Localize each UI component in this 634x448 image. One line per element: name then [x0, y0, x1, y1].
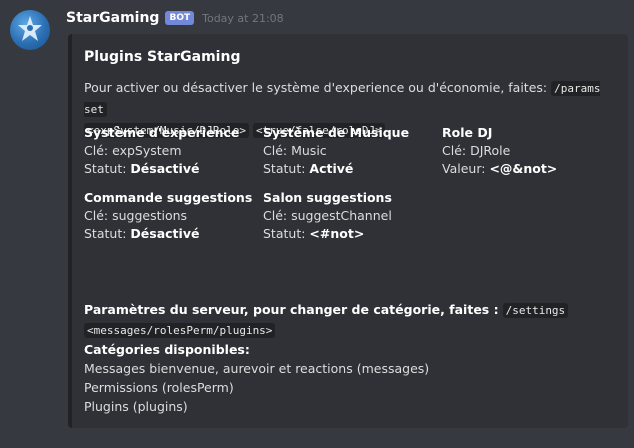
field-key-label: Clé: — [84, 208, 109, 223]
category-item: Permissions (rolesPerm) — [84, 380, 234, 395]
settings-section: Paramètres du serveur, pour changer de c… — [84, 300, 604, 416]
field-status-value: Désactivé — [130, 161, 200, 176]
field-name: Salon suggestions — [263, 190, 392, 205]
field-suggestions-channel: Salon suggestions Clé: suggestChannel St… — [263, 189, 392, 243]
category-item: Plugins (plugins) — [84, 399, 188, 414]
field-status-value: Activé — [309, 161, 354, 176]
field-status-label: Statut: — [84, 226, 127, 241]
field-status-value: Désactivé — [130, 226, 200, 241]
bot-avatar[interactable] — [10, 10, 50, 50]
field-status-value: <#not> — [309, 226, 365, 241]
field-name: Système d'experience — [84, 125, 240, 140]
field-value-value: <@&not> — [489, 161, 558, 176]
field-key-value: suggestChannel — [291, 208, 392, 223]
field-key-value: expSystem — [112, 143, 182, 158]
field-status-label: Statut: — [84, 161, 127, 176]
field-dj-role: Role DJ Clé: DJRole Valeur: <@&not> — [442, 124, 557, 178]
field-key-value: suggestions — [112, 208, 188, 223]
field-key-label: Clé: — [84, 143, 109, 158]
embed-title: Plugins StarGaming — [84, 49, 241, 65]
settings-code-command: /settings — [502, 303, 569, 318]
message-header: StarGaming BOT Today at 21:08 — [66, 8, 284, 28]
field-status-label: Statut: — [263, 226, 306, 241]
field-music-system: Système de Musique Clé: Music Statut: Ac… — [263, 124, 409, 178]
field-status-label: Statut: — [263, 161, 306, 176]
field-value-label: Valeur: — [442, 161, 486, 176]
username[interactable]: StarGaming — [66, 10, 159, 26]
field-name: Role DJ — [442, 125, 493, 140]
description-text: Pour activer ou désactiver le système d'… — [84, 80, 548, 95]
message-timestamp: Today at 21:08 — [202, 11, 284, 25]
settings-code-categories: <messages/rolesPerm/plugins> — [84, 323, 276, 338]
field-key-label: Clé: — [263, 143, 288, 158]
field-key-value: Music — [291, 143, 327, 158]
field-name: Commande suggestions — [84, 190, 253, 205]
field-key-value: DJRole — [470, 143, 511, 158]
bot-badge: BOT — [165, 11, 195, 25]
field-experience-system: Système d'experience Clé: expSystem Stat… — [84, 124, 239, 178]
field-suggestions-command: Commande suggestions Clé: suggestions St… — [84, 189, 252, 243]
plugins-embed: Plugins StarGaming Pour activer ou désac… — [68, 34, 628, 428]
settings-text: Paramètres du serveur, pour changer de c… — [84, 302, 499, 317]
categories-title: Catégories disponibles: — [84, 342, 250, 357]
star-figure-avatar-icon — [18, 16, 42, 41]
field-key-label: Clé: — [263, 208, 288, 223]
field-key-label: Clé: — [442, 143, 467, 158]
category-item: Messages bienvenue, aurevoir et reaction… — [84, 361, 430, 376]
field-name: Système de Musique — [263, 125, 410, 140]
